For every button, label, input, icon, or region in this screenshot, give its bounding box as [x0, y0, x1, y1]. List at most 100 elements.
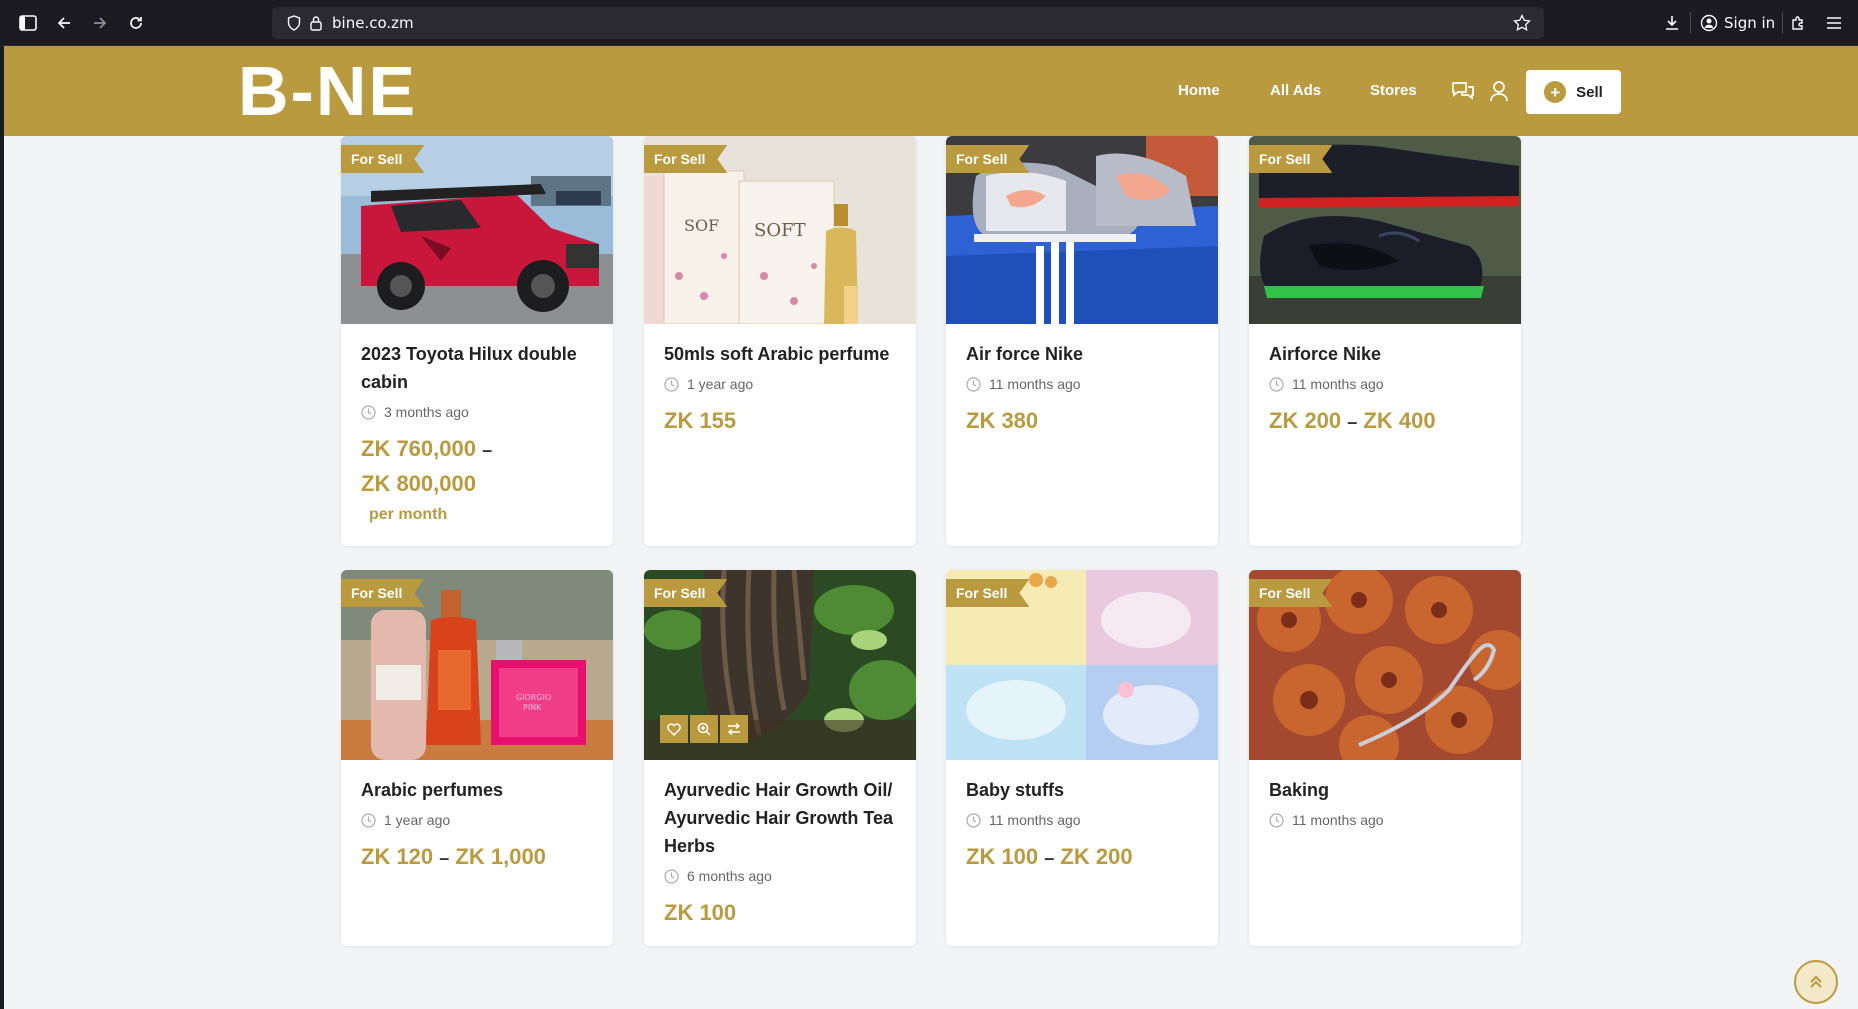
back-icon[interactable] — [52, 11, 76, 35]
chat-icon[interactable] — [1450, 78, 1476, 104]
compare-icon[interactable] — [720, 715, 748, 743]
extensions-icon[interactable] — [1786, 11, 1810, 35]
price-to: ZK 200 — [1060, 844, 1133, 869]
listing-card[interactable]: For Sell 2023 Toyota Hilux double cabin … — [341, 136, 613, 546]
listing-title[interactable]: Ayurvedic Hair Growth Oil/ Ayurvedic Hai… — [664, 776, 896, 860]
listing-time-text: 1 year ago — [687, 376, 754, 392]
listing-price: ZK 120 – ZK 1,000 — [361, 840, 593, 875]
sell-button[interactable]: + Sell — [1526, 70, 1621, 114]
listing-image[interactable]: For Sell — [644, 570, 916, 760]
scroll-to-top-button[interactable] — [1794, 960, 1838, 1004]
shield-icon[interactable] — [284, 13, 304, 33]
nav-home[interactable]: Home — [1178, 82, 1220, 99]
listing-time: 11 months ago — [966, 376, 1198, 392]
listing-price: ZK 155 — [664, 408, 737, 433]
listing-title[interactable]: Arabic perfumes — [361, 776, 593, 804]
svg-text:SOFT: SOFT — [754, 220, 806, 241]
plus-icon: + — [1544, 81, 1567, 103]
menu-icon[interactable] — [1822, 11, 1846, 35]
clock-icon — [664, 868, 679, 884]
price-from: ZK 100 — [966, 844, 1039, 869]
svg-text:GIORGIO: GIORGIO — [516, 693, 551, 702]
account-icon — [1700, 14, 1718, 32]
site-header: B-NE Home All Ads Stores + Sell — [4, 46, 1858, 136]
reload-icon[interactable] — [124, 11, 148, 35]
for-sell-badge: For Sell — [341, 579, 425, 607]
listing-title[interactable]: Air force Nike — [966, 340, 1198, 368]
svg-text:SOF: SOF — [684, 216, 719, 235]
clock-icon — [966, 812, 981, 828]
price-range-dash: – — [1347, 412, 1358, 432]
listing-title[interactable]: Baking — [1269, 776, 1501, 804]
price-from: ZK 760,000 — [361, 436, 476, 461]
listing-card[interactable]: For Sell Baking 11 months ago — [1249, 570, 1521, 946]
listing-card[interactable]: For Sell Baby stuffs 11 months ago ZK 10… — [946, 570, 1218, 946]
toolbar-divider — [1782, 12, 1783, 34]
user-icon[interactable] — [1486, 78, 1512, 104]
clock-icon — [1269, 812, 1284, 828]
listing-title[interactable]: Baby stuffs — [966, 776, 1198, 804]
price-to: ZK 400 — [1363, 408, 1436, 433]
listing-card[interactable]: GIORGIO PINK For Sell Arabic perfumes 1 … — [341, 570, 613, 946]
clock-icon — [966, 376, 981, 392]
price-from: ZK 120 — [361, 844, 434, 869]
listing-price: ZK 100 — [664, 900, 737, 925]
listing-time: 1 year ago — [664, 376, 896, 392]
address-bar[interactable]: bine.co.zm — [272, 7, 1544, 39]
listing-image[interactable]: GIORGIO PINK For Sell — [341, 570, 613, 760]
clock-icon — [361, 812, 376, 828]
listing-time-text: 6 months ago — [687, 868, 772, 884]
listing-time-text: 3 months ago — [384, 404, 469, 420]
listing-card[interactable]: For Sell Air force Nike 11 months ago ZK… — [946, 136, 1218, 546]
listing-time-text: 11 months ago — [989, 812, 1081, 828]
for-sell-badge: For Sell — [341, 145, 425, 173]
price-period: per month — [369, 506, 448, 523]
heart-icon[interactable] — [660, 715, 688, 743]
sidebar-toggle-icon[interactable] — [16, 11, 40, 35]
zoom-icon[interactable] — [690, 715, 718, 743]
sell-label: Sell — [1576, 83, 1603, 101]
listing-image[interactable]: For Sell — [946, 570, 1218, 760]
listing-title[interactable]: Airforce Nike — [1269, 340, 1501, 368]
sign-in-button[interactable]: Sign in — [1700, 11, 1775, 35]
price-to: ZK 800,000 — [361, 471, 476, 496]
for-sell-badge: For Sell — [644, 145, 728, 173]
listing-time: 11 months ago — [1269, 376, 1501, 392]
svg-text:PINK: PINK — [523, 703, 542, 712]
price-range-dash: – — [1044, 848, 1055, 868]
browser-toolbar: bine.co.zm Sign in — [0, 0, 1858, 46]
site-logo[interactable]: B-NE — [238, 56, 417, 126]
listing-image[interactable]: For Sell — [341, 136, 613, 324]
listing-time-text: 11 months ago — [989, 376, 1081, 392]
toolbar-divider — [1690, 12, 1691, 34]
sign-in-label: Sign in — [1724, 14, 1776, 32]
listing-card[interactable]: SOF SOFT For Sell 50mls soft Arabic perf… — [644, 136, 916, 546]
downloads-icon[interactable] — [1660, 11, 1684, 35]
bookmark-star-icon[interactable] — [1512, 13, 1532, 33]
nav-all-ads[interactable]: All Ads — [1270, 82, 1321, 99]
forward-icon[interactable] — [88, 11, 112, 35]
listing-card[interactable]: For Sell Airforce Nike 11 months ago ZK … — [1249, 136, 1521, 546]
window-edge — [0, 46, 4, 1009]
clock-icon — [361, 404, 376, 420]
listing-time: 1 year ago — [361, 812, 593, 828]
listing-time-text: 11 months ago — [1292, 376, 1384, 392]
listing-image[interactable]: For Sell — [1249, 136, 1521, 324]
listing-title[interactable]: 2023 Toyota Hilux double cabin — [361, 340, 593, 396]
listing-price: ZK 100 – ZK 200 — [966, 840, 1198, 875]
listing-image[interactable]: For Sell — [1249, 570, 1521, 760]
for-sell-badge: For Sell — [1249, 579, 1333, 607]
clock-icon — [664, 376, 679, 392]
nav-stores[interactable]: Stores — [1370, 82, 1417, 99]
listing-image[interactable]: For Sell — [946, 136, 1218, 324]
url-text[interactable]: bine.co.zm — [332, 14, 414, 32]
price-from: ZK 200 — [1269, 408, 1342, 433]
listing-time-text: 11 months ago — [1292, 812, 1384, 828]
listing-card[interactable]: For Sell Ayurvedic Hair Growth Oil/ Ayur… — [644, 570, 916, 946]
listing-time-text: 1 year ago — [384, 812, 451, 828]
lock-icon[interactable] — [306, 13, 326, 33]
listing-time: 6 months ago — [664, 868, 896, 884]
listing-title[interactable]: 50mls soft Arabic perfume — [664, 340, 896, 368]
listing-image[interactable]: SOF SOFT For Sell — [644, 136, 916, 324]
listing-time: 11 months ago — [1269, 812, 1501, 828]
